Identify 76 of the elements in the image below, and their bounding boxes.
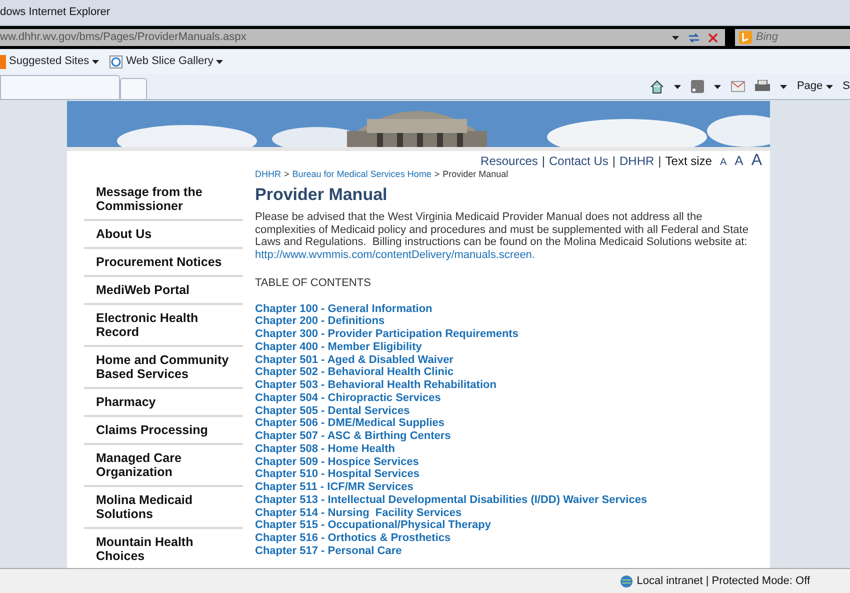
separator-text: | [542, 154, 546, 168]
sidebar-item[interactable]: MediWeb Portal [84, 277, 243, 305]
dropdown-caret-icon [674, 84, 681, 88]
chapter-link[interactable]: Chapter 504 - Chiropractic Services [255, 392, 756, 404]
chapter-link[interactable]: Chapter 503 - Behavioral Health Rehabilitation [255, 379, 756, 392]
printer-icon[interactable] [754, 80, 770, 93]
text-size-link[interactable]: A [751, 154, 762, 168]
breadcrumb-current: Provider Manual [442, 169, 508, 180]
sidebar-item[interactable]: Molina Medicaid Solutions [84, 487, 243, 529]
new-tab-button[interactable] [120, 78, 147, 99]
chapter-link[interactable]: Chapter 100 - General Information [255, 302, 756, 316]
chapter-link[interactable]: Chapter 517 - Personal Care [255, 544, 756, 558]
page-menu[interactable]: Page [796, 78, 833, 95]
chapter-link[interactable]: Chapter 509 - Hospice Services [255, 456, 756, 468]
bing-logo-icon [739, 31, 752, 44]
sidebar-item[interactable]: Electronic Health Record [84, 305, 243, 347]
globe-icon [620, 574, 633, 588]
chapter-link[interactable]: Chapter 400 - Member Eligibility [255, 340, 756, 354]
chapter-link[interactable]: Chapter 505 - Dental Services [255, 404, 756, 418]
url-text: ww.dhhr.wv.gov/bms/Pages/ProviderManuals.aspx [0, 30, 248, 46]
ie-page-icon [109, 54, 124, 68]
breadcrumb-separator: > [284, 169, 290, 180]
chapter-link[interactable]: Chapter 511 - ICF/MR Services [255, 481, 756, 494]
page-heading: Provider Manual [255, 185, 388, 205]
dropdown-caret-icon [216, 60, 224, 64]
utility-link[interactable]: Contact Us [549, 154, 608, 168]
breadcrumb-separator: > [434, 169, 440, 180]
breadcrumb-link[interactable]: DHHR [255, 169, 281, 180]
search-placeholder: Bing [756, 30, 778, 46]
dropdown-caret-icon [672, 36, 679, 40]
text-size-link[interactable]: A [720, 156, 727, 170]
sidebar-item[interactable]: Procurement Notices [84, 249, 243, 277]
toc-heading: TABLE OF CONTENTS [255, 276, 372, 291]
close-icon[interactable] [707, 32, 719, 44]
sidebar-item[interactable]: Home and Community Based Services [84, 347, 243, 389]
sidebar-item[interactable]: Claims Processing [84, 417, 243, 445]
intro-paragraph: Please be advised that the West Virginia Medicaid Provider Manual does not address all the complexities of Medicaid policy and procedures and must be supplemented with all Federal and State Laws and Regulations. Billing instructions can be found on the Molina Medicaid Solutions website at: http://www.wvmmis.com/contentDelivery/manuals.screen. [255, 211, 750, 261]
favorites-item[interactable]: Web Slice Gallery [109, 53, 224, 70]
breadcrumb-link[interactable]: Bureau for Medical Services Home [292, 169, 432, 180]
chapter-link[interactable]: Chapter 507 - ASC & Birthing Centers [255, 430, 756, 443]
chapter-link[interactable]: Chapter 501 - Aged & Disabled Waiver [255, 354, 756, 366]
utility-link[interactable]: Resources [480, 154, 538, 168]
window-title: dows Internet Explorer [0, 5, 110, 20]
chapter-link[interactable]: Chapter 514 - Nursing Facility Services [255, 506, 756, 520]
chapter-link[interactable]: Chapter 515 - Occupational/Physical Therapy [255, 519, 756, 532]
manuals-link[interactable]: http://www.wvmmis.com/contentDelivery/manuals.screen. [255, 248, 535, 260]
sidebar-item[interactable]: About Us [84, 221, 243, 249]
dropdown-caret-icon [780, 84, 787, 88]
chapter-link[interactable]: Chapter 508 - Home Health [255, 442, 756, 456]
chapter-link[interactable]: Chapter 513 - Intellectual Developmental Disabilities (I/DD) Waiver Services [255, 494, 756, 506]
text-size-label: Text size [665, 154, 712, 168]
chapter-link[interactable]: Chapter 200 - Definitions [255, 315, 756, 328]
home-icon[interactable] [650, 80, 664, 94]
favorites-item[interactable]: Suggested Sites [0, 53, 100, 70]
chapter-link[interactable]: Chapter 510 - Hospital Services [255, 468, 756, 481]
address-field[interactable]: ww.dhhr.wv.gov/bms/Pages/ProviderManuals.aspx [0, 29, 725, 46]
dropdown-caret-icon [714, 84, 721, 88]
chapter-link[interactable]: Chapter 506 - DME/Medical Supplies [255, 417, 756, 430]
chapter-link[interactable]: Chapter 502 - Behavioral Health Clinic [255, 366, 756, 379]
safety-menu[interactable]: S [842, 78, 850, 95]
chapter-link[interactable]: Chapter 300 - Provider Participation Requirements [255, 328, 756, 341]
sidebar-item[interactable]: Managed Care Organization [84, 445, 243, 487]
browser-tab[interactable] [0, 75, 120, 99]
mail-icon[interactable] [730, 81, 745, 92]
separator-text: | [612, 154, 616, 168]
text-size-link[interactable]: A [734, 154, 744, 168]
sidebar-item[interactable]: Pharmacy [84, 389, 243, 417]
utility-link[interactable]: DHHR [620, 154, 654, 168]
security-zone-text: Local intranet | Protected Mode: Off [636, 574, 810, 589]
chapter-link[interactable]: Chapter 516 - Orthotics & Prosthetics [255, 532, 756, 545]
refresh-icon[interactable] [687, 30, 701, 44]
dropdown-caret-icon [826, 84, 833, 88]
sidebar-item[interactable]: Message from the Commissioner [84, 179, 243, 221]
dropdown-caret-icon [92, 60, 100, 64]
search-field[interactable]: Bing [735, 29, 850, 46]
separator-text: | [658, 154, 662, 168]
